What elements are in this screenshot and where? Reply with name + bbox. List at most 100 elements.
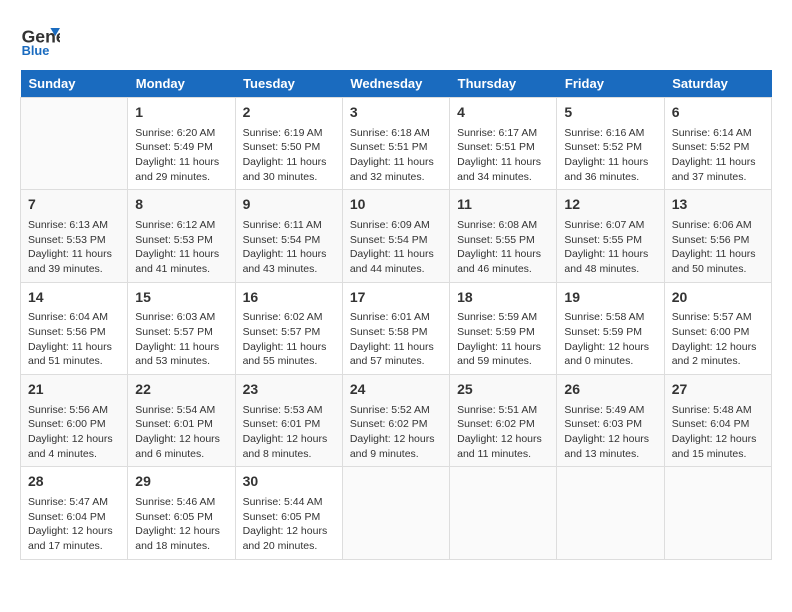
calendar-cell: 24 Sunrise: 5:52 AM Sunset: 6:02 PM Dayli… (342, 375, 449, 467)
calendar-cell: 22 Sunrise: 5:54 AM Sunset: 6:01 PM Dayli… (128, 375, 235, 467)
day-info: Sunrise: 6:04 AM Sunset: 5:56 PM Dayligh… (28, 310, 120, 369)
logo: General Blue (20, 20, 64, 60)
day-info: Sunrise: 5:54 AM Sunset: 6:01 PM Dayligh… (135, 403, 227, 462)
day-info: Sunrise: 6:07 AM Sunset: 5:55 PM Dayligh… (564, 218, 656, 277)
calendar-cell: 17Sunrise: 6:01 AM Sunset: 5:58 PM Dayli… (342, 282, 449, 374)
day-info: Sunrise: 5:51 AM Sunset: 6:02 PM Dayligh… (457, 403, 549, 462)
day-number: 12 (564, 195, 656, 215)
day-info: Sunrise: 5:53 AM Sunset: 6:01 PM Dayligh… (243, 403, 335, 462)
day-number: 6 (672, 103, 764, 123)
calendar-cell: 29 Sunrise: 5:46 AM Sunset: 6:05 PM Dayli… (128, 467, 235, 559)
calendar-cell: 19Sunrise: 5:58 AM Sunset: 5:59 PM Dayli… (557, 282, 664, 374)
day-number: 16 (243, 288, 335, 308)
day-number: 5 (564, 103, 656, 123)
day-number: 28 (28, 472, 120, 492)
column-header-wednesday: Wednesday (342, 70, 449, 98)
day-number: 4 (457, 103, 549, 123)
calendar-week-5: 28 Sunrise: 5:47 AM Sunset: 6:04 PM Dayli… (21, 467, 772, 559)
calendar-week-3: 14Sunrise: 6:04 AM Sunset: 5:56 PM Dayli… (21, 282, 772, 374)
day-info: Sunrise: 5:47 AM Sunset: 6:04 PM Dayligh… (28, 495, 120, 554)
day-number: 18 (457, 288, 549, 308)
calendar-cell (557, 467, 664, 559)
day-info: Sunrise: 5:58 AM Sunset: 5:59 PM Dayligh… (564, 310, 656, 369)
page-header: General Blue (20, 20, 772, 60)
day-info: Sunrise: 6:11 AM Sunset: 5:54 PM Dayligh… (243, 218, 335, 277)
day-number: 21 (28, 380, 120, 400)
calendar-cell: 15Sunrise: 6:03 AM Sunset: 5:57 PM Dayli… (128, 282, 235, 374)
calendar-cell: 13Sunrise: 6:06 AM Sunset: 5:56 PM Dayli… (664, 190, 771, 282)
day-info: Sunrise: 6:01 AM Sunset: 5:58 PM Dayligh… (350, 310, 442, 369)
day-info: Sunrise: 5:44 AM Sunset: 6:05 PM Dayligh… (243, 495, 335, 554)
calendar-cell: 12 Sunrise: 6:07 AM Sunset: 5:55 PM Dayli… (557, 190, 664, 282)
day-info: Sunrise: 5:49 AM Sunset: 6:03 PM Dayligh… (564, 403, 656, 462)
calendar-cell: 1 Sunrise: 6:20 AM Sunset: 5:49 PM Daylig… (128, 98, 235, 190)
day-info: Sunrise: 6:08 AM Sunset: 5:55 PM Dayligh… (457, 218, 549, 277)
calendar-cell: 18Sunrise: 5:59 AM Sunset: 5:59 PM Dayli… (450, 282, 557, 374)
day-info: Sunrise: 6:12 AM Sunset: 5:53 PM Dayligh… (135, 218, 227, 277)
day-number: 24 (350, 380, 442, 400)
day-number: 13 (672, 195, 764, 215)
calendar-table: SundayMondayTuesdayWednesdayThursdayFrid… (20, 70, 772, 560)
day-number: 19 (564, 288, 656, 308)
calendar-header-row: SundayMondayTuesdayWednesdayThursdayFrid… (21, 70, 772, 98)
day-info: Sunrise: 6:13 AM Sunset: 5:53 PM Dayligh… (28, 218, 120, 277)
day-number: 11 (457, 195, 549, 215)
calendar-cell: 6 Sunrise: 6:14 AM Sunset: 5:52 PM Daylig… (664, 98, 771, 190)
day-number: 27 (672, 380, 764, 400)
calendar-cell: 7 Sunrise: 6:13 AM Sunset: 5:53 PM Daylig… (21, 190, 128, 282)
calendar-cell: 4 Sunrise: 6:17 AM Sunset: 5:51 PM Daylig… (450, 98, 557, 190)
day-number: 25 (457, 380, 549, 400)
calendar-cell: 30 Sunrise: 5:44 AM Sunset: 6:05 PM Dayli… (235, 467, 342, 559)
day-info: Sunrise: 5:46 AM Sunset: 6:05 PM Dayligh… (135, 495, 227, 554)
day-number: 30 (243, 472, 335, 492)
calendar-cell: 27 Sunrise: 5:48 AM Sunset: 6:04 PM Dayli… (664, 375, 771, 467)
column-header-sunday: Sunday (21, 70, 128, 98)
day-info: Sunrise: 6:17 AM Sunset: 5:51 PM Dayligh… (457, 126, 549, 185)
calendar-cell: 26 Sunrise: 5:49 AM Sunset: 6:03 PM Dayli… (557, 375, 664, 467)
day-info: Sunrise: 5:48 AM Sunset: 6:04 PM Dayligh… (672, 403, 764, 462)
day-info: Sunrise: 6:20 AM Sunset: 5:49 PM Dayligh… (135, 126, 227, 185)
day-number: 26 (564, 380, 656, 400)
day-number: 7 (28, 195, 120, 215)
day-info: Sunrise: 5:57 AM Sunset: 6:00 PM Dayligh… (672, 310, 764, 369)
day-info: Sunrise: 6:16 AM Sunset: 5:52 PM Dayligh… (564, 126, 656, 185)
column-header-tuesday: Tuesday (235, 70, 342, 98)
calendar-cell: 16Sunrise: 6:02 AM Sunset: 5:57 PM Dayli… (235, 282, 342, 374)
column-header-monday: Monday (128, 70, 235, 98)
day-info: Sunrise: 5:52 AM Sunset: 6:02 PM Dayligh… (350, 403, 442, 462)
calendar-cell: 11 Sunrise: 6:08 AM Sunset: 5:55 PM Dayli… (450, 190, 557, 282)
column-header-saturday: Saturday (664, 70, 771, 98)
day-number: 29 (135, 472, 227, 492)
day-number: 10 (350, 195, 442, 215)
column-header-thursday: Thursday (450, 70, 557, 98)
svg-text:Blue: Blue (22, 43, 50, 58)
day-number: 22 (135, 380, 227, 400)
day-number: 17 (350, 288, 442, 308)
day-number: 3 (350, 103, 442, 123)
column-header-friday: Friday (557, 70, 664, 98)
day-number: 2 (243, 103, 335, 123)
calendar-cell: 23Sunrise: 5:53 AM Sunset: 6:01 PM Dayli… (235, 375, 342, 467)
calendar-cell: 10Sunrise: 6:09 AM Sunset: 5:54 PM Dayli… (342, 190, 449, 282)
calendar-week-4: 21 Sunrise: 5:56 AM Sunset: 6:00 PM Dayli… (21, 375, 772, 467)
calendar-cell (21, 98, 128, 190)
calendar-cell: 9 Sunrise: 6:11 AM Sunset: 5:54 PM Daylig… (235, 190, 342, 282)
calendar-week-2: 7 Sunrise: 6:13 AM Sunset: 5:53 PM Daylig… (21, 190, 772, 282)
day-number: 9 (243, 195, 335, 215)
day-info: Sunrise: 6:03 AM Sunset: 5:57 PM Dayligh… (135, 310, 227, 369)
calendar-cell: 3 Sunrise: 6:18 AM Sunset: 5:51 PM Daylig… (342, 98, 449, 190)
day-info: Sunrise: 6:14 AM Sunset: 5:52 PM Dayligh… (672, 126, 764, 185)
calendar-cell: 25 Sunrise: 5:51 AM Sunset: 6:02 PM Dayli… (450, 375, 557, 467)
day-info: Sunrise: 5:56 AM Sunset: 6:00 PM Dayligh… (28, 403, 120, 462)
calendar-cell (342, 467, 449, 559)
calendar-cell: 2Sunrise: 6:19 AM Sunset: 5:50 PM Daylig… (235, 98, 342, 190)
day-info: Sunrise: 6:02 AM Sunset: 5:57 PM Dayligh… (243, 310, 335, 369)
calendar-cell: 14Sunrise: 6:04 AM Sunset: 5:56 PM Dayli… (21, 282, 128, 374)
calendar-cell (664, 467, 771, 559)
day-number: 1 (135, 103, 227, 123)
calendar-cell: 20Sunrise: 5:57 AM Sunset: 6:00 PM Dayli… (664, 282, 771, 374)
day-info: Sunrise: 6:18 AM Sunset: 5:51 PM Dayligh… (350, 126, 442, 185)
day-number: 14 (28, 288, 120, 308)
calendar-week-1: 1 Sunrise: 6:20 AM Sunset: 5:49 PM Daylig… (21, 98, 772, 190)
day-number: 20 (672, 288, 764, 308)
